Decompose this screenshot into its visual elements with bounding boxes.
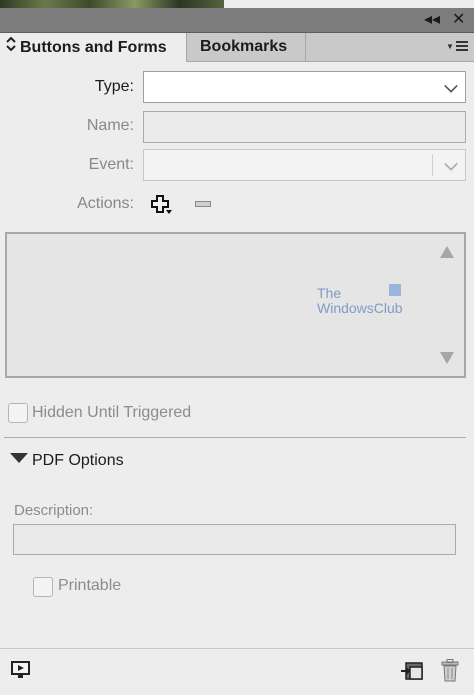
divider bbox=[4, 437, 466, 438]
convert-to-button-icon[interactable] bbox=[400, 659, 426, 688]
type-dropdown[interactable] bbox=[143, 71, 466, 103]
tab-bar: Buttons and Forms Bookmarks ▼ bbox=[0, 33, 474, 62]
name-label: Name: bbox=[86, 117, 134, 134]
tab-buttons-and-forms[interactable]: Buttons and Forms bbox=[0, 33, 187, 62]
panel-menu-icon[interactable]: ▼ bbox=[446, 39, 468, 55]
printable-label: Printable bbox=[58, 577, 122, 594]
type-label: Type: bbox=[94, 78, 134, 95]
scroll-up-arrow-icon[interactable] bbox=[440, 246, 454, 258]
chevron-down-icon bbox=[444, 79, 458, 93]
tab-label: Bookmarks bbox=[200, 38, 288, 55]
up-down-arrows-icon bbox=[6, 33, 18, 61]
event-dropdown[interactable] bbox=[143, 149, 466, 181]
close-icon[interactable]: ✕ bbox=[452, 10, 465, 30]
collapse-panel-icon[interactable]: ◂◂ bbox=[424, 10, 440, 30]
tab-bookmarks[interactable]: Bookmarks bbox=[188, 33, 306, 61]
pdf-options-title: PDF Options bbox=[32, 452, 124, 469]
event-label: Event: bbox=[88, 156, 134, 173]
actions-list[interactable]: The WindowsClub bbox=[5, 232, 466, 378]
tab-label: Buttons and Forms bbox=[20, 39, 167, 56]
pdf-options-header[interactable]: PDF Options bbox=[10, 452, 124, 470]
trash-icon[interactable] bbox=[440, 659, 460, 688]
scroll-down-arrow-icon[interactable] bbox=[440, 352, 454, 364]
hidden-until-triggered-checkbox[interactable] bbox=[8, 403, 28, 423]
disclosure-triangle-icon bbox=[10, 453, 28, 463]
background-photo-strip bbox=[0, 0, 224, 8]
hidden-until-triggered-label: Hidden Until Triggered bbox=[32, 404, 192, 421]
add-action-icon[interactable] bbox=[150, 194, 174, 221]
chevron-down-icon bbox=[444, 157, 458, 171]
panel-header-bar: ◂◂ ✕ bbox=[0, 8, 474, 33]
name-field[interactable] bbox=[143, 111, 466, 143]
printable-checkbox[interactable] bbox=[33, 577, 53, 597]
actions-label: Actions: bbox=[77, 195, 134, 212]
preview-icon[interactable] bbox=[10, 660, 32, 685]
remove-action-icon[interactable] bbox=[195, 201, 211, 207]
description-field[interactable] bbox=[13, 524, 456, 555]
watermark-text: The WindowsClub bbox=[317, 285, 403, 316]
description-label: Description: bbox=[14, 502, 94, 519]
